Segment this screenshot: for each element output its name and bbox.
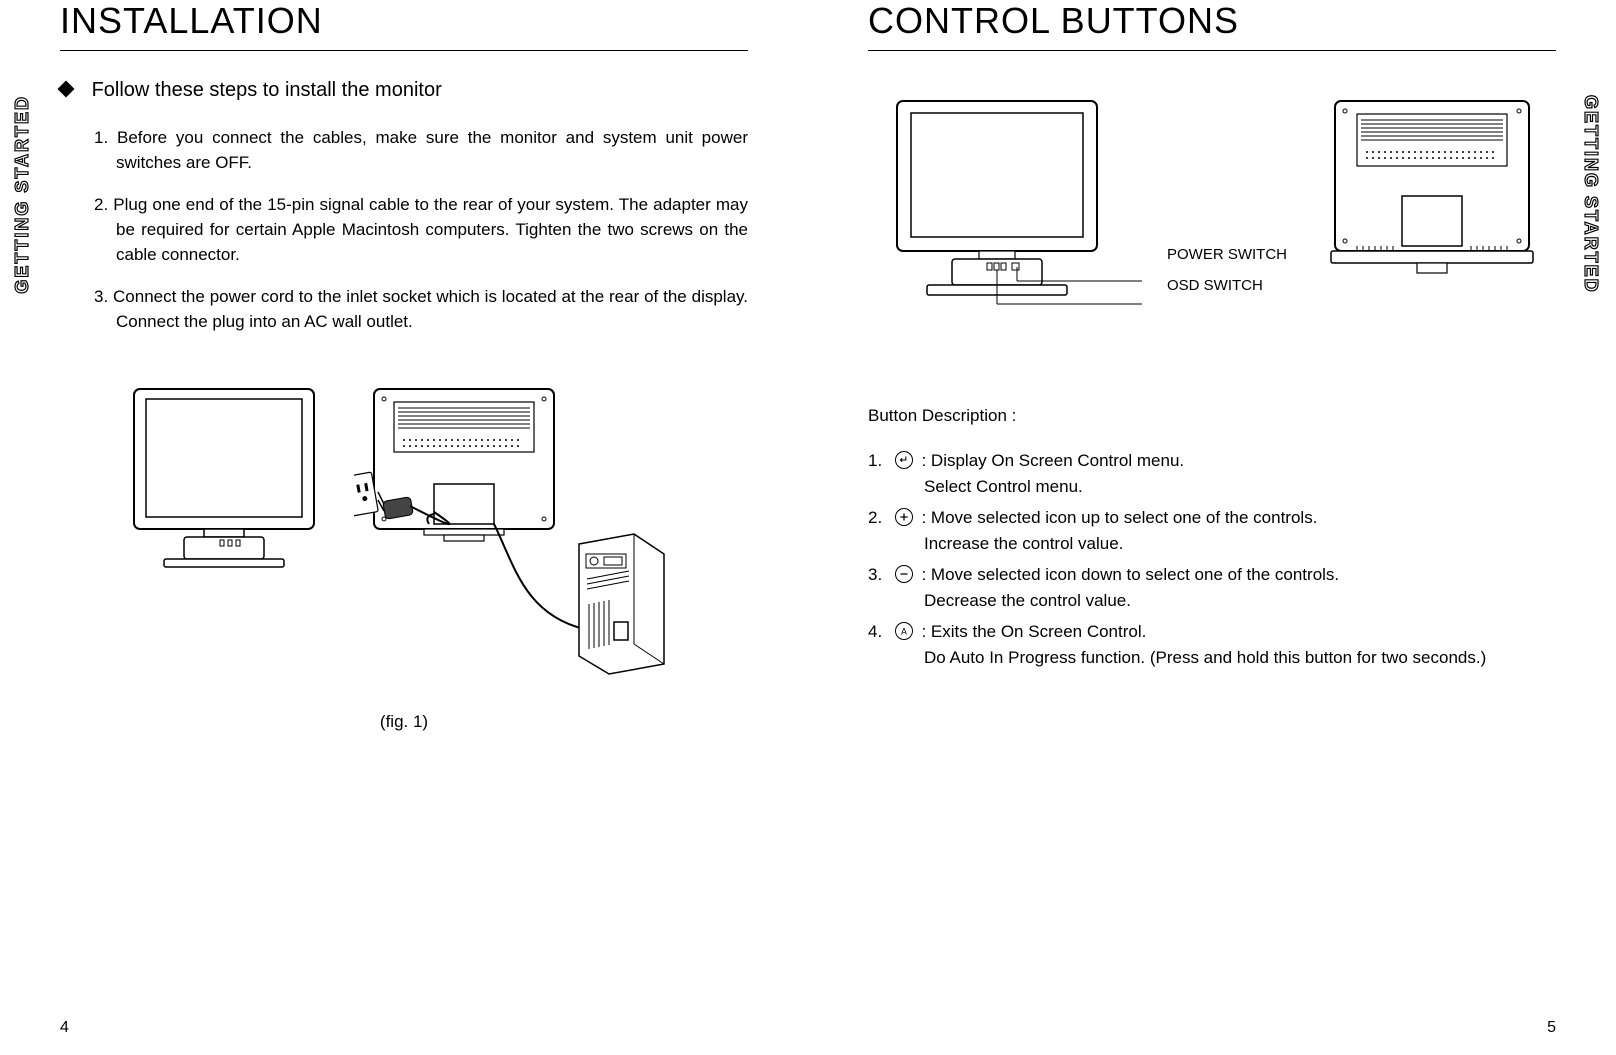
control-diagram: POWER SWITCH OSD SWITCH <box>868 96 1556 326</box>
svg-text:A: A <box>901 627 907 637</box>
right-page: GETTING STARTED CONTROL BUTTONS <box>808 0 1616 1055</box>
item-number: 1. <box>868 448 890 474</box>
button-desc-item: 2. : Move selected icon up to select one… <box>868 505 1556 556</box>
left-page: GETTING STARTED INSTALLATION Follow thes… <box>0 0 808 1055</box>
install-step: 2. Plug one end of the 15-pin signal cab… <box>94 193 748 267</box>
install-step: 1. Before you connect the cables, make s… <box>94 126 748 175</box>
button-desc-heading: Button Description : <box>868 406 1556 426</box>
item-number: 4. <box>868 619 890 645</box>
a-icon: A <box>895 622 913 640</box>
side-tab-label: GETTING STARTED <box>12 95 33 294</box>
figure-caption: (fig. 1) <box>380 712 428 732</box>
install-step: 3. Connect the power cord to the inlet s… <box>94 285 748 334</box>
btn-line2: Select Control menu. <box>868 474 1556 500</box>
power-switch-label: POWER SWITCH <box>1167 246 1287 263</box>
lead-line: Follow these steps to install the monito… <box>60 79 748 102</box>
item-number: 2. <box>868 505 890 531</box>
divider <box>868 50 1556 51</box>
button-desc-item: 3. : Move selected icon down to select o… <box>868 562 1556 613</box>
install-steps: 1. Before you connect the cables, make s… <box>60 126 748 334</box>
button-description-list: 1. : Display On Screen Control menu. Sel… <box>868 448 1556 670</box>
section-title-installation: INSTALLATION <box>60 0 748 42</box>
side-tab-right: GETTING STARTED <box>1580 95 1604 299</box>
side-tab-left: GETTING STARTED <box>12 95 36 299</box>
lead-text: Follow these steps to install the monito… <box>92 79 442 101</box>
control-label-group: POWER SWITCH OSD SWITCH <box>1167 246 1287 294</box>
page-spread: GETTING STARTED INSTALLATION Follow thes… <box>0 0 1616 1055</box>
figure-1: (fig. 1) <box>60 384 748 732</box>
plus-icon <box>895 508 913 526</box>
btn-line1: : Exits the On Screen Control. <box>921 622 1146 641</box>
button-desc-item: 1. : Display On Screen Control menu. Sel… <box>868 448 1556 499</box>
connection-diagram-icon <box>354 384 684 684</box>
btn-line2: Decrease the control value. <box>868 588 1556 614</box>
monitor-rear-icon <box>1327 96 1537 296</box>
monitor-front-icon <box>124 384 324 574</box>
btn-line1: : Move selected icon up to select one of… <box>921 508 1317 527</box>
minus-icon <box>895 565 913 583</box>
side-tab-label: GETTING STARTED <box>1580 95 1601 294</box>
osd-switch-label: OSD SWITCH <box>1167 277 1287 294</box>
divider <box>60 50 748 51</box>
btn-line2: Increase the control value. <box>868 531 1556 557</box>
page-number: 4 <box>60 1019 69 1037</box>
section-title-controls: CONTROL BUTTONS <box>868 0 1556 42</box>
button-desc-item: 4. A : Exits the On Screen Control. Do A… <box>868 619 1556 670</box>
monitor-front-controls-icon <box>887 96 1147 326</box>
btn-line2: Do Auto In Progress function. (Press and… <box>868 645 1556 671</box>
diamond-bullet-icon <box>58 81 75 98</box>
enter-icon <box>895 451 913 469</box>
btn-line1: : Display On Screen Control menu. <box>921 451 1184 470</box>
btn-line1: : Move selected icon down to select one … <box>921 565 1339 584</box>
item-number: 3. <box>868 562 890 588</box>
page-number: 5 <box>1547 1019 1556 1037</box>
figure-row <box>124 384 684 684</box>
